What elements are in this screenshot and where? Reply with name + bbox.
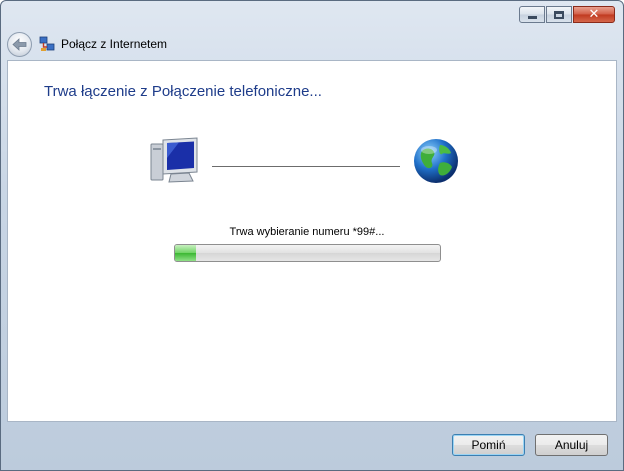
skip-button[interactable]: Pomiń (452, 434, 525, 456)
window-title: Połącz z Internetem (61, 37, 168, 51)
close-button[interactable]: ✕ (573, 6, 615, 23)
maximize-icon (554, 10, 564, 19)
close-icon: ✕ (588, 7, 600, 22)
back-arrow-icon (12, 37, 27, 51)
minimize-button[interactable] (519, 6, 545, 23)
maximize-button[interactable] (546, 6, 572, 23)
page-heading: Trwa łączenie z Połączenie telefoniczne.… (44, 83, 322, 100)
connect-to-internet-window: ✕ Połącz z Internetem Trwa łączenie z Po… (0, 0, 624, 471)
wizard-content: Trwa łączenie z Połączenie telefoniczne.… (7, 60, 617, 422)
progress-fill (175, 245, 197, 261)
network-connection-icon (39, 36, 55, 51)
cancel-button[interactable]: Anuluj (535, 434, 608, 456)
wizard-footer: Pomiń Anuluj (7, 422, 617, 465)
status-text: Trwa wybieranie numeru *99#... (229, 226, 385, 238)
back-button[interactable] (7, 31, 32, 57)
computer-icon (150, 137, 198, 183)
globe-icon (414, 139, 458, 183)
progress-bar (174, 244, 441, 262)
wizard-header: Połącz z Internetem (7, 28, 617, 60)
caption-buttons: ✕ (518, 6, 615, 24)
minimize-icon (527, 16, 537, 19)
connection-line (212, 166, 400, 167)
